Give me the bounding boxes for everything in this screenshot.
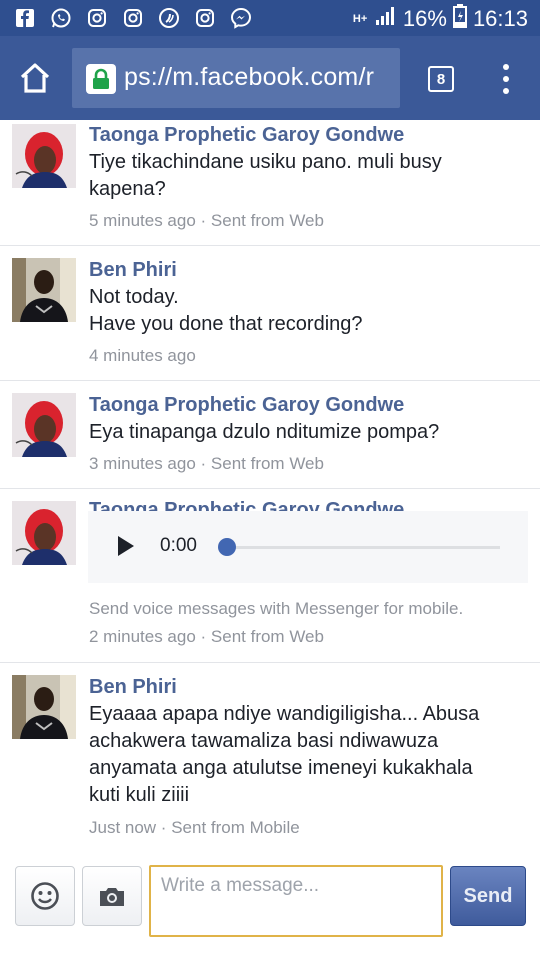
overflow-menu-icon[interactable]	[500, 64, 512, 94]
status-bar: H+ 16% 16:13	[0, 0, 540, 36]
message-text: Eyaaaa apapa ndiye wandigiligisha... Abu…	[89, 703, 480, 725]
sender-name[interactable]: Taonga Prophetic Garoy Gondwe	[89, 498, 404, 511]
message-text: achakwera tawamaliza basi ndiwawuza	[89, 730, 439, 752]
battery-percent: 16%	[402, 6, 447, 31]
voice-message-note: Send voice messages with Messenger for m…	[89, 599, 464, 618]
send-button[interactable]: Send	[450, 866, 526, 926]
lock-icon	[86, 64, 116, 94]
message-text: Eya tinapanga dzulo nditumize pompa?	[89, 421, 440, 443]
instagram-icon	[194, 7, 216, 29]
avatar[interactable]	[12, 501, 76, 565]
avatar[interactable]	[12, 258, 76, 322]
avatar[interactable]	[12, 124, 76, 188]
message-text: kuti kuli ziiii	[89, 784, 190, 806]
clock: 16:13	[472, 6, 528, 31]
instagram-icon	[86, 7, 108, 29]
message-composer: Send	[0, 850, 540, 960]
sender-name[interactable]: Ben Phiri	[89, 259, 177, 282]
message-meta: 5 minutes ago · Sent from Web	[89, 211, 324, 230]
smiley-icon	[31, 882, 59, 910]
message-item: Taonga Prophetic Garoy Gondwe Tiye tikac…	[0, 120, 540, 246]
sender-name[interactable]: Taonga Prophetic Garoy Gondwe	[89, 394, 404, 417]
whatsapp-icon	[50, 7, 72, 29]
message-meta: Just now · Sent from Mobile	[89, 818, 300, 837]
camera-icon	[100, 888, 124, 906]
opera-icon	[158, 7, 180, 29]
sender-name[interactable]: Taonga Prophetic Garoy Gondwe	[89, 124, 404, 147]
message-input-wrapper	[149, 865, 443, 937]
message-text: Not today.	[89, 286, 179, 308]
audio-time: 0:00	[160, 535, 197, 556]
home-icon[interactable]	[18, 62, 52, 94]
audio-progress-track[interactable]	[228, 546, 500, 549]
signal-icon	[375, 6, 397, 32]
message-meta: 3 minutes ago · Sent from Web	[89, 454, 324, 473]
message-text: Have you done that recording?	[89, 313, 363, 335]
messenger-icon	[230, 7, 252, 29]
url-text: ps://m.facebook.com/r	[124, 63, 375, 91]
message-text: kapena?	[89, 178, 166, 200]
browser-toolbar: ps://m.facebook.com/r 8	[0, 36, 540, 120]
network-type: H+	[352, 13, 368, 25]
message-text: Tiye tikachindane usiku pano. muli busy	[89, 151, 442, 173]
message-meta: 2 minutes ago · Sent from Web	[89, 627, 324, 646]
emoji-button[interactable]	[15, 866, 75, 926]
message-item: Taonga Prophetic Garoy Gondwe Eya tinapa…	[0, 381, 540, 489]
battery-icon	[452, 4, 467, 34]
photo-button[interactable]	[82, 866, 142, 926]
message-item: Ben Phiri Eyaaaa apapa ndiye wandigiligi…	[0, 663, 540, 850]
avatar[interactable]	[12, 675, 76, 739]
facebook-icon	[14, 7, 36, 29]
tab-switcher-button[interactable]: 8	[428, 66, 454, 92]
audio-progress-handle[interactable]	[218, 538, 236, 556]
play-icon[interactable]	[118, 536, 134, 556]
message-item: Ben Phiri Not today. Have you done that …	[0, 246, 540, 381]
instagram-icon	[122, 7, 144, 29]
audio-player: 0:00	[88, 511, 528, 583]
message-text: anyamata anga atulutse imeneyi kukakhala	[89, 757, 473, 779]
message-meta: 4 minutes ago	[89, 346, 196, 365]
message-thread: Taonga Prophetic Garoy Gondwe Tiye tikac…	[0, 120, 540, 850]
sender-name[interactable]: Ben Phiri	[89, 676, 177, 699]
address-bar[interactable]: ps://m.facebook.com/r	[72, 48, 400, 108]
avatar[interactable]	[12, 393, 76, 457]
message-input[interactable]	[151, 867, 441, 935]
